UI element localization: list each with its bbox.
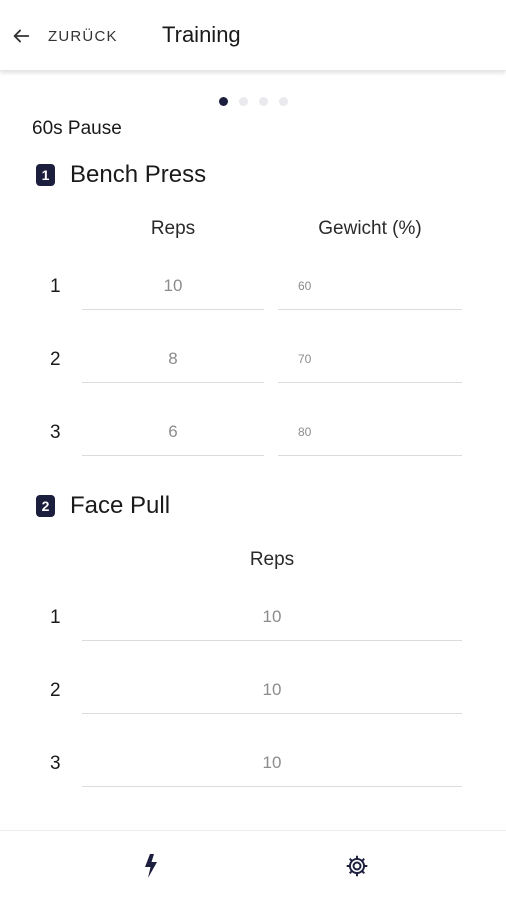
pager-dot-4[interactable] bbox=[279, 97, 288, 106]
page-title: Training bbox=[162, 22, 241, 47]
training-nav-button[interactable] bbox=[136, 851, 166, 881]
app-root: ZURÜCK Training 60s Pause 1 Bench Press … bbox=[0, 0, 506, 900]
weight-value: 70 bbox=[298, 352, 312, 366]
reps-input[interactable]: 6 bbox=[82, 409, 264, 456]
pager-dot-1[interactable] bbox=[219, 97, 228, 106]
back-button-label: ZURÜCK bbox=[48, 27, 118, 45]
bottom-navigation bbox=[0, 830, 506, 900]
set-number: 2 bbox=[50, 680, 61, 701]
gear-icon bbox=[346, 855, 368, 877]
weight-input[interactable]: 80 bbox=[278, 409, 462, 456]
exercise-name: Bench Press bbox=[70, 161, 207, 188]
exercise-number-badge: 1 bbox=[36, 164, 55, 186]
pause-label: 60s Pause bbox=[32, 118, 122, 139]
reps-input[interactable]: 10 bbox=[82, 740, 462, 787]
weight-input[interactable]: 60 bbox=[278, 263, 462, 310]
lightning-icon bbox=[145, 854, 157, 878]
weight-value: 60 bbox=[298, 279, 312, 293]
reps-value: 8 bbox=[168, 349, 178, 368]
reps-value: 10 bbox=[262, 753, 282, 772]
app-header: ZURÜCK Training bbox=[0, 0, 506, 71]
set-number: 3 bbox=[50, 753, 61, 774]
reps-value: 10 bbox=[262, 607, 282, 626]
pager-dots bbox=[219, 97, 288, 106]
reps-input[interactable]: 8 bbox=[82, 336, 264, 383]
reps-value: 10 bbox=[262, 680, 282, 699]
exercise-number-badge: 2 bbox=[36, 495, 55, 517]
reps-input[interactable]: 10 bbox=[82, 263, 264, 310]
reps-input[interactable]: 10 bbox=[82, 594, 462, 641]
pager-dot-2[interactable] bbox=[239, 97, 248, 106]
reps-value: 10 bbox=[163, 276, 183, 295]
column-header-reps: Reps bbox=[150, 218, 196, 239]
reps-input[interactable]: 10 bbox=[82, 667, 462, 714]
exercise-name: Face Pull bbox=[70, 492, 171, 519]
reps-value: 6 bbox=[168, 422, 178, 441]
pager-dot-3[interactable] bbox=[259, 97, 268, 106]
set-number: 1 bbox=[50, 607, 61, 628]
arrow-left-icon bbox=[13, 29, 30, 43]
weight-input[interactable]: 70 bbox=[278, 336, 462, 383]
settings-nav-button[interactable] bbox=[342, 851, 372, 881]
back-button[interactable]: ZURÜCK bbox=[6, 18, 122, 54]
set-number: 1 bbox=[50, 276, 61, 297]
set-number: 2 bbox=[50, 349, 61, 370]
column-header-reps: Reps bbox=[249, 549, 295, 570]
column-header-weight: Gewicht (%) bbox=[318, 218, 422, 239]
set-number: 3 bbox=[50, 422, 61, 443]
exercise-title-2: 2 Face Pull bbox=[36, 492, 170, 520]
exercise-title-1: 1 Bench Press bbox=[36, 161, 206, 189]
weight-value: 80 bbox=[298, 425, 312, 439]
